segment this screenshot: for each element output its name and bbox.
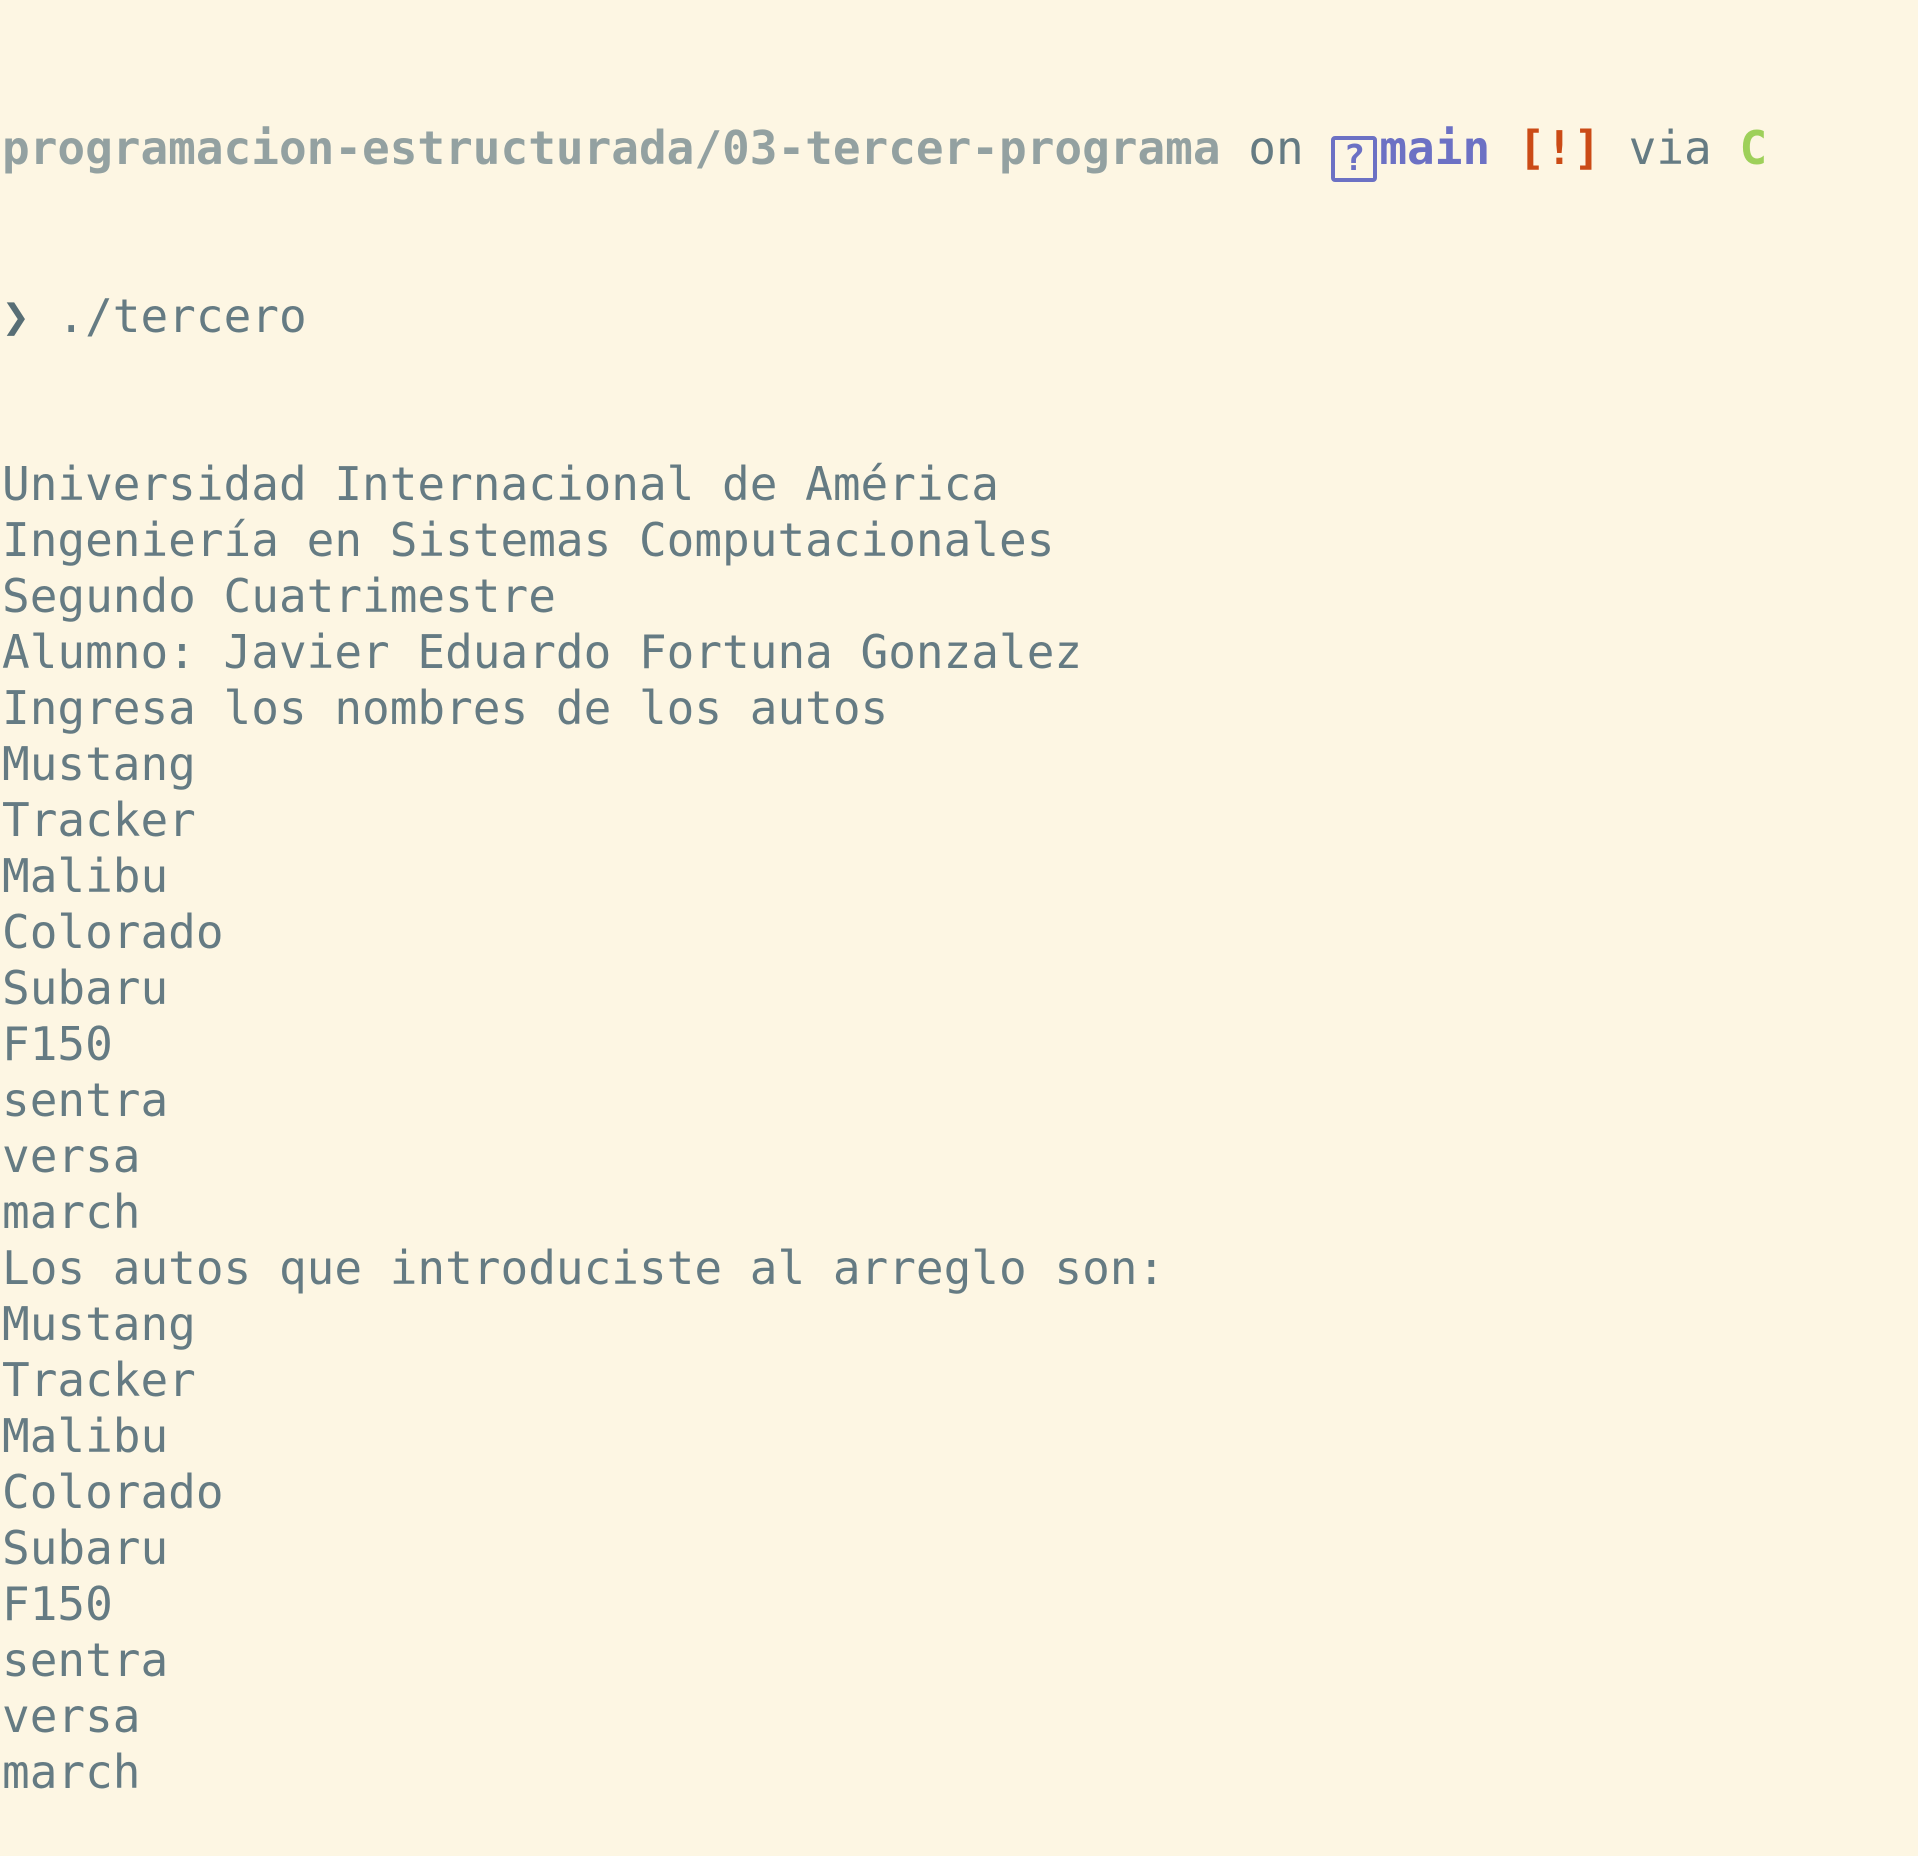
program-output: Universidad Internacional de América Inge… — [2, 456, 1918, 1800]
output-line: Subaru — [2, 1521, 169, 1575]
output-line: Tracker — [2, 793, 196, 847]
output-line: Universidad Internacional de América — [2, 457, 999, 511]
output-line: F150 — [2, 1577, 113, 1631]
output-line: Segundo Cuatrimestre — [2, 569, 556, 623]
prompt-symbol: ❯ — [2, 289, 30, 343]
output-line: F150 — [2, 1017, 113, 1071]
git-status-indicator: [!] — [1517, 121, 1601, 175]
command-line: ❯ ./tercero — [2, 288, 1918, 344]
output-line: Mustang — [2, 737, 196, 791]
command-text: ./tercero — [57, 289, 307, 343]
output-line: Alumno: Javier Eduardo Fortuna Gonzalez — [2, 625, 1083, 679]
output-line: versa — [2, 1129, 141, 1183]
output-line: Colorado — [2, 905, 224, 959]
output-line: sentra — [2, 1633, 169, 1687]
output-line: Ingeniería en Sistemas Computacionales — [2, 513, 1055, 567]
output-line: Malibu — [2, 849, 169, 903]
output-line: Subaru — [2, 961, 169, 1015]
output-line: march — [2, 1745, 141, 1799]
output-line: Mustang — [2, 1297, 196, 1351]
git-branch-name: main — [1379, 121, 1491, 175]
on-label: on — [1248, 121, 1304, 175]
output-line: march — [2, 1185, 141, 1239]
output-line: sentra — [2, 1073, 169, 1127]
output-line: Los autos que introduciste al arreglo so… — [2, 1241, 1166, 1295]
prompt-line: programacion-estructurada/03-tercer-prog… — [2, 120, 1918, 182]
output-line: Colorado — [2, 1465, 224, 1519]
output-line: Tracker — [2, 1353, 196, 1407]
output-line: Malibu — [2, 1409, 169, 1463]
output-line: Ingresa los nombres de los autos — [2, 681, 889, 735]
output-line: versa — [2, 1689, 141, 1743]
terminal-window[interactable]: programacion-estructurada/03-tercer-prog… — [0, 0, 1918, 1799]
current-directory: programacion-estructurada/03-tercer-prog… — [2, 121, 1221, 175]
via-label: via — [1628, 121, 1712, 175]
language-indicator: C — [1739, 121, 1768, 175]
git-branch-icon: ? — [1331, 136, 1378, 182]
